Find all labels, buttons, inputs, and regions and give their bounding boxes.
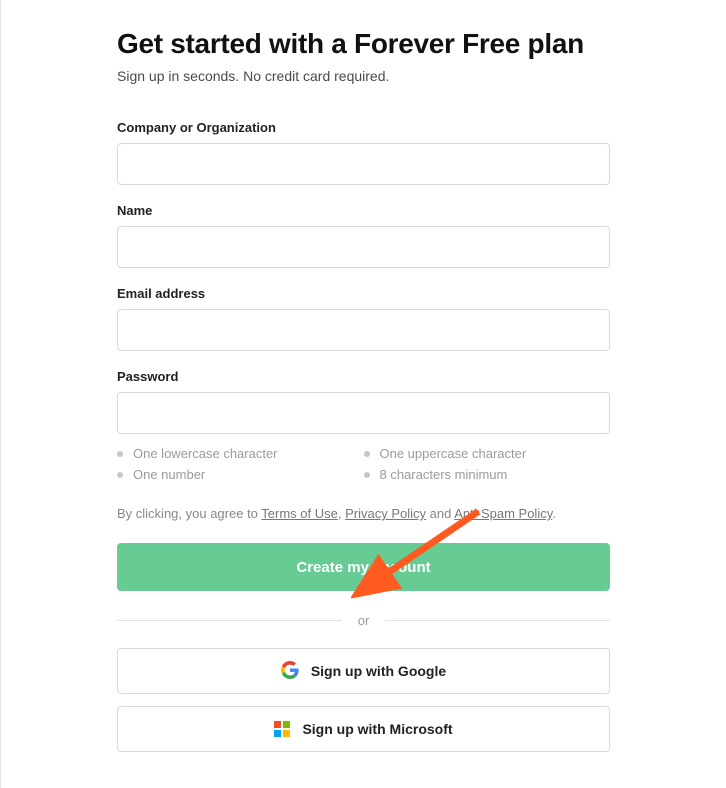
name-input[interactable] bbox=[117, 226, 610, 268]
microsoft-signup-button[interactable]: Sign up with Microsoft bbox=[117, 706, 610, 752]
password-req-text: 8 characters minimum bbox=[380, 467, 508, 482]
company-label: Company or Organization bbox=[117, 120, 610, 135]
microsoft-signup-label: Sign up with Microsoft bbox=[302, 721, 452, 737]
terms-link[interactable]: Terms of Use bbox=[261, 506, 338, 521]
page-subtitle: Sign up in seconds. No credit card requi… bbox=[117, 68, 610, 84]
divider-line bbox=[117, 620, 342, 621]
google-signup-button[interactable]: Sign up with Google bbox=[117, 648, 610, 694]
password-input[interactable] bbox=[117, 392, 610, 434]
bullet-icon bbox=[117, 451, 123, 457]
password-req-item: One lowercase character bbox=[117, 446, 364, 461]
bullet-icon bbox=[117, 472, 123, 478]
password-req-text: One uppercase character bbox=[380, 446, 527, 461]
legal-text: By clicking, you agree to Terms of Use, … bbox=[117, 506, 610, 521]
google-icon bbox=[281, 661, 299, 682]
divider-text: or bbox=[342, 613, 386, 628]
name-label: Name bbox=[117, 203, 610, 218]
divider-line bbox=[385, 620, 610, 621]
bullet-icon bbox=[364, 451, 370, 457]
antispam-link[interactable]: Anti-Spam Policy bbox=[454, 506, 552, 521]
password-req-text: One number bbox=[133, 467, 205, 482]
password-label: Password bbox=[117, 369, 610, 384]
password-requirements: One lowercase character One uppercase ch… bbox=[117, 446, 610, 488]
divider: or bbox=[117, 613, 610, 628]
microsoft-icon bbox=[274, 721, 290, 737]
password-req-text: One lowercase character bbox=[133, 446, 278, 461]
legal-suffix: . bbox=[552, 506, 556, 521]
legal-prefix: By clicking, you agree to bbox=[117, 506, 261, 521]
legal-sep: and bbox=[426, 506, 454, 521]
privacy-link[interactable]: Privacy Policy bbox=[345, 506, 426, 521]
password-req-item: One uppercase character bbox=[364, 446, 611, 461]
email-input[interactable] bbox=[117, 309, 610, 351]
company-input[interactable] bbox=[117, 143, 610, 185]
create-account-button[interactable]: Create my account bbox=[117, 543, 610, 591]
password-req-item: One number bbox=[117, 467, 364, 482]
email-label: Email address bbox=[117, 286, 610, 301]
bullet-icon bbox=[364, 472, 370, 478]
page-title: Get started with a Forever Free plan bbox=[117, 28, 610, 60]
google-signup-label: Sign up with Google bbox=[311, 663, 446, 679]
password-req-item: 8 characters minimum bbox=[364, 467, 611, 482]
